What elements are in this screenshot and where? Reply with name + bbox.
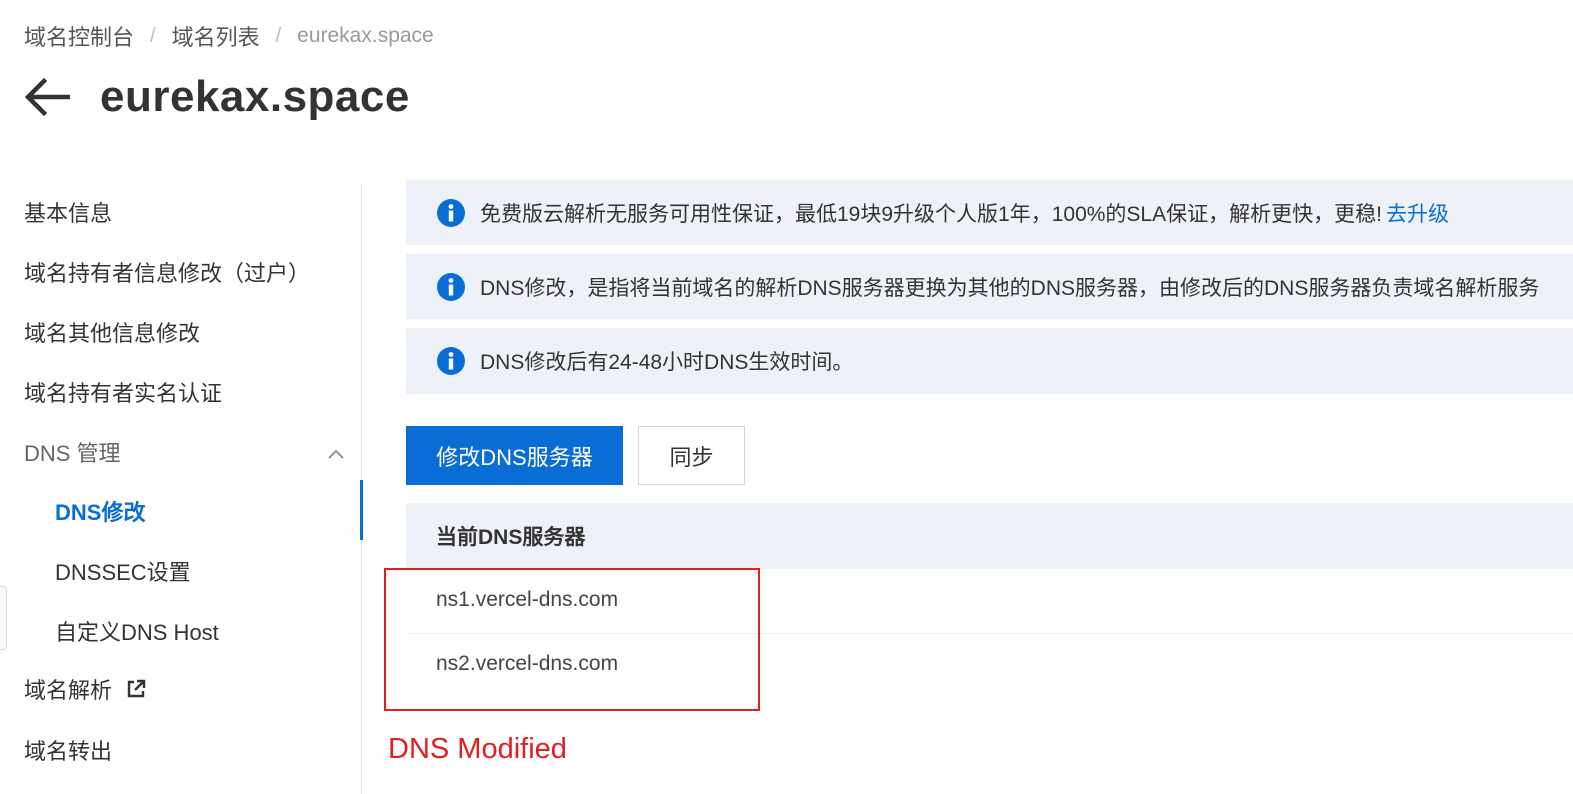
notice-text: 免费版云解析无服务可用性保证，最低19块9升级个人版1年，100%的SLA保证，… — [480, 202, 1382, 226]
sidebar-item-holder-change[interactable]: 域名持有者信息修改（过户） — [24, 254, 310, 294]
breadcrumb-current-domain: eurekax.space — [297, 24, 434, 47]
sidebar-item-dns-resolution[interactable]: 域名解析 — [24, 671, 146, 711]
sidebar-item-dnssec[interactable]: DNSSEC设置 — [55, 553, 191, 593]
notice-dns-explain: DNS修改，是指将当前域名的解析DNS服务器更换为其他的DNS服务器，由修改后的… — [406, 254, 1573, 319]
sidebar-item-dns-resolution-label: 域名解析 — [24, 678, 113, 703]
breadcrumb-separator: / — [275, 24, 282, 47]
external-link-icon — [126, 672, 146, 712]
sidebar-group-dns-label: DNS 管理 — [24, 441, 121, 466]
dns-table-header: 当前DNS服务器 — [406, 503, 1573, 569]
page: 域名控制台 / 域名列表 / eurekax.space eurekax.spa… — [0, 0, 1573, 794]
sidebar-group-dns[interactable]: DNS 管理 — [24, 434, 344, 474]
sidebar-item-custom-dns-host[interactable]: 自定义DNS Host — [55, 613, 219, 653]
sync-button[interactable]: 同步 — [638, 426, 745, 485]
notice-text: DNS修改，是指将当前域名的解析DNS服务器更换为其他的DNS服务器，由修改后的… — [480, 276, 1540, 300]
page-title: eurekax.space — [100, 72, 410, 121]
info-icon — [436, 346, 466, 376]
collapse-handle[interactable] — [0, 586, 7, 650]
breadcrumb: 域名控制台 / 域名列表 / eurekax.space — [24, 20, 434, 52]
sidebar-item-dns-modify[interactable]: DNS修改 — [55, 493, 145, 533]
breadcrumb-domain-list[interactable]: 域名列表 — [172, 20, 260, 52]
sidebar-item-real-name[interactable]: 域名持有者实名认证 — [24, 374, 222, 414]
sidebar: 基本信息 域名持有者信息修改（过户） 域名其他信息修改 域名持有者实名认证 DN… — [0, 184, 363, 794]
sidebar-active-indicator — [360, 480, 363, 540]
breadcrumb-separator: / — [150, 24, 156, 47]
annotation-label: DNS Modified — [388, 733, 567, 765]
back-arrow-icon[interactable] — [24, 74, 70, 120]
notice-text: DNS修改后有24-48小时DNS生效时间。 — [480, 351, 854, 374]
sidebar-item-other-info[interactable]: 域名其他信息修改 — [24, 314, 200, 354]
modify-dns-button[interactable]: 修改DNS服务器 — [406, 426, 623, 485]
breadcrumb-domain-console[interactable]: 域名控制台 — [24, 20, 134, 52]
info-icon — [436, 198, 466, 228]
upgrade-link[interactable]: 去升级 — [1386, 198, 1449, 228]
chevron-up-icon — [328, 434, 344, 474]
info-icon — [436, 272, 466, 302]
sidebar-item-domain-transfer[interactable]: 域名转出 — [24, 732, 112, 772]
annotation-highlight-box — [384, 568, 760, 711]
notice-upgrade: 免费版云解析无服务可用性保证，最低19块9升级个人版1年，100%的SLA保证，… — [406, 180, 1573, 245]
sidebar-item-basic-info[interactable]: 基本信息 — [24, 194, 112, 234]
title-row: eurekax.space — [24, 72, 410, 122]
notice-dns-effect-time: DNS修改后有24-48小时DNS生效时间。 — [406, 328, 1573, 394]
